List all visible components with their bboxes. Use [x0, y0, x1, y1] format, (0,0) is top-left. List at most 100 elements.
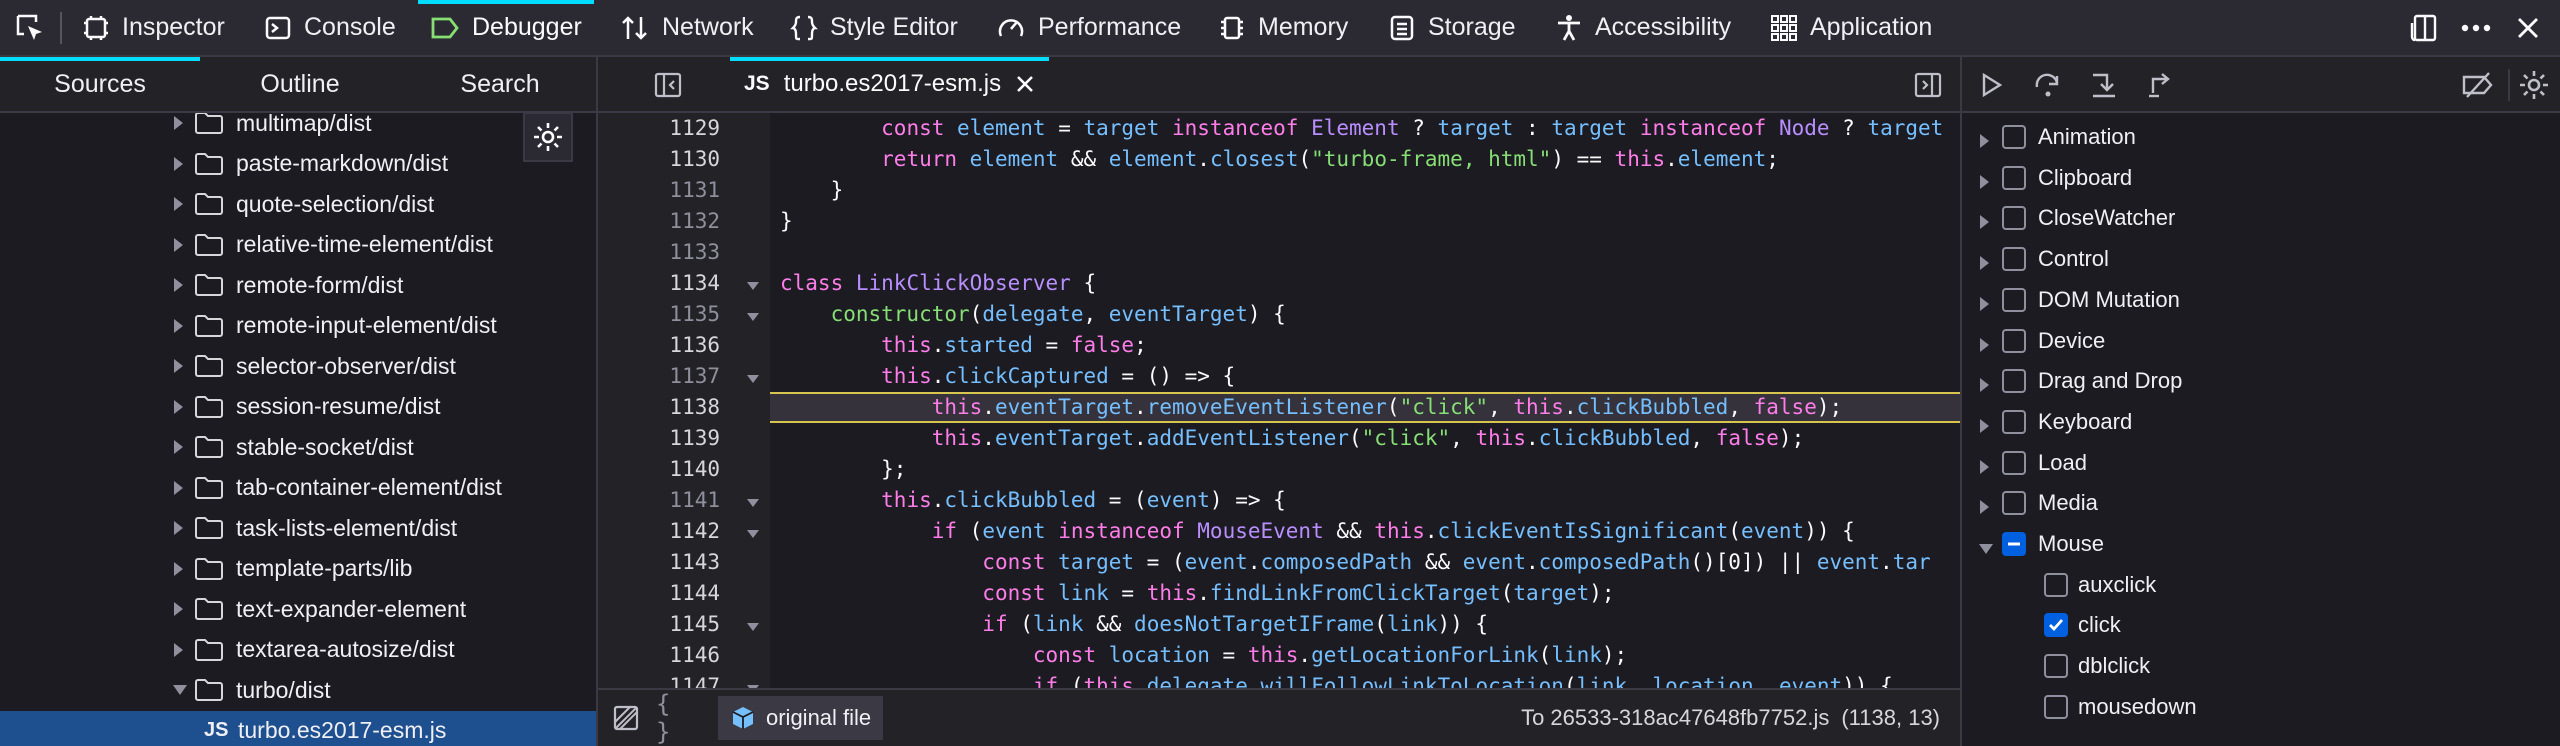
tab-performance[interactable]: Performance: [996, 0, 1181, 55]
line-number[interactable]: 1136: [640, 330, 720, 361]
tree-item-folder[interactable]: remote-input-element/dist: [0, 306, 596, 346]
category-checkbox[interactable]: [2002, 491, 2026, 516]
code-line[interactable]: this.clickBubbled = (event) => {: [770, 485, 1960, 516]
category-checkbox[interactable]: [2002, 287, 2026, 312]
breakpoint-category[interactable]: Clipboard: [1962, 158, 2560, 198]
toggle-split-console-button[interactable]: [2404, 8, 2444, 48]
tree-item-folder[interactable]: session-resume/dist: [0, 387, 596, 427]
category-checkbox[interactable]: [2002, 409, 2026, 434]
code-area[interactable]: const element = target instanceof Elemen…: [770, 113, 1960, 688]
close-tab-icon[interactable]: [1015, 74, 1035, 94]
toggle-debugger-pane-button[interactable]: [1908, 65, 1948, 105]
code-line[interactable]: class LinkClickObserver {: [770, 268, 1960, 299]
tree-item-folder[interactable]: paste-markdown/dist: [0, 144, 596, 184]
blackbox-button[interactable]: [606, 698, 646, 738]
tree-item-folder[interactable]: turbo/dist: [0, 670, 596, 710]
tab-debugger[interactable]: Debugger: [418, 0, 594, 55]
breakpoint-category[interactable]: CloseWatcher: [1962, 198, 2560, 238]
tab-style-editor[interactable]: Style Editor: [790, 0, 958, 55]
tab-outline[interactable]: Outline: [200, 57, 400, 111]
breakpoint-category[interactable]: Mouse: [1962, 524, 2560, 564]
tree-item-folder[interactable]: quote-selection/dist: [0, 184, 596, 224]
tree-item-selected-file[interactable]: JS turbo.es2017-esm.js: [0, 710, 596, 746]
tab-storage[interactable]: Storage: [1388, 0, 1516, 55]
line-number[interactable]: 1143: [640, 547, 720, 578]
breakpoint-category[interactable]: Drag and Drop: [1962, 361, 2560, 401]
tab-console[interactable]: Console: [264, 0, 396, 55]
category-checkbox[interactable]: [2002, 125, 2026, 149]
line-number[interactable]: 1145: [640, 609, 720, 640]
line-number[interactable]: 1130: [640, 144, 720, 175]
tree-item-folder[interactable]: tab-container-element/dist: [0, 468, 596, 508]
code-line[interactable]: if (link && doesNotTargetIFrame(link)) {: [770, 609, 1960, 640]
source-tree-settings-button[interactable]: [523, 112, 573, 162]
code-line[interactable]: };: [770, 454, 1960, 485]
tab-search[interactable]: Search: [400, 57, 600, 111]
breakpoint-event[interactable]: click: [1962, 605, 2560, 645]
tab-inspector[interactable]: Inspector: [82, 0, 225, 55]
tree-item-folder[interactable]: relative-time-element/dist: [0, 225, 596, 265]
fold-toggle-icon[interactable]: [746, 309, 762, 321]
toggle-sources-pane-button[interactable]: [648, 65, 688, 105]
breakpoint-category[interactable]: Animation: [1962, 117, 2560, 157]
mapped-source-link[interactable]: To 26533-318ac47648fb7752.js: [1521, 705, 1829, 731]
category-checkbox[interactable]: [2002, 532, 2026, 556]
fold-toggle-icon[interactable]: [746, 278, 762, 290]
line-number[interactable]: 1138: [640, 392, 720, 423]
code-line[interactable]: this.started = false;: [770, 330, 1960, 361]
debugger-settings-button[interactable]: [2514, 65, 2554, 105]
tree-item-folder[interactable]: selector-observer/dist: [0, 346, 596, 386]
step-in-button[interactable]: [2084, 65, 2124, 105]
code-line[interactable]: [770, 237, 1960, 268]
tree-item-folder[interactable]: multimap/dist: [0, 113, 596, 143]
code-line[interactable]: this.eventTarget.addEventListener("click…: [770, 423, 1960, 454]
code-line[interactable]: const location = this.getLocationForLink…: [770, 640, 1960, 671]
paused-code-line[interactable]: this.eventTarget.removeEventListener("cl…: [770, 392, 1960, 423]
tab-accessibility[interactable]: Accessibility: [1555, 0, 1731, 55]
tab-sources[interactable]: Sources: [0, 57, 200, 111]
event-checkbox[interactable]: [2044, 572, 2068, 597]
code-line[interactable]: if (event instanceof MouseEvent && this.…: [770, 516, 1960, 547]
category-checkbox[interactable]: [2002, 206, 2026, 231]
line-number[interactable]: 1131: [640, 175, 720, 206]
step-out-button[interactable]: [2140, 65, 2180, 105]
code-line[interactable]: this.clickCaptured = () => {: [770, 361, 1960, 392]
line-number-gutter[interactable]: 1129 1130 1131 1132 1133 1134 1135 1136 1137 1138…: [598, 113, 740, 698]
category-checkbox[interactable]: [2002, 247, 2026, 272]
more-options-button[interactable]: [2456, 8, 2496, 48]
line-number[interactable]: 1142: [640, 516, 720, 547]
line-number[interactable]: 1141: [640, 485, 720, 516]
line-number[interactable]: 1146: [640, 640, 720, 671]
code-line[interactable]: const target = (event.composedPath && ev…: [770, 547, 1960, 578]
breakpoint-category[interactable]: Load: [1962, 443, 2560, 483]
breakpoint-category[interactable]: Media: [1962, 483, 2560, 523]
fold-toggle-icon[interactable]: [746, 495, 762, 507]
line-number[interactable]: 1132: [640, 206, 720, 237]
line-number[interactable]: 1139: [640, 423, 720, 454]
breakpoint-event[interactable]: mousedown: [1962, 687, 2560, 727]
tree-item-folder[interactable]: task-lists-element/dist: [0, 508, 596, 548]
close-toolbox-button[interactable]: [2508, 8, 2548, 48]
code-line[interactable]: if (this.delegate.willFollowLinkToLocati…: [770, 671, 1960, 688]
line-number[interactable]: 1144: [640, 578, 720, 609]
code-line[interactable]: constructor(delegate, eventTarget) {: [770, 299, 1960, 330]
fold-toggle-icon[interactable]: [746, 526, 762, 538]
tree-item-folder[interactable]: text-expander-element: [0, 589, 596, 629]
tree-item-folder[interactable]: stable-socket/dist: [0, 427, 596, 467]
tab-application[interactable]: Application: [1770, 0, 1932, 55]
breakpoint-category[interactable]: DOM Mutation: [1962, 280, 2560, 320]
line-number[interactable]: 1140: [640, 454, 720, 485]
line-number[interactable]: 1137: [640, 361, 720, 392]
resume-button[interactable]: [1972, 65, 2012, 105]
deactivate-breakpoints-button[interactable]: [2458, 65, 2498, 105]
category-checkbox[interactable]: [2002, 165, 2026, 190]
line-number[interactable]: 1135: [640, 299, 720, 330]
tree-item-folder[interactable]: template-parts/lib: [0, 549, 596, 589]
step-over-button[interactable]: [2028, 65, 2068, 105]
fold-toggle-icon[interactable]: [746, 619, 762, 631]
original-file-button[interactable]: original file: [718, 696, 884, 740]
code-line[interactable]: return element && element.closest("turbo…: [770, 144, 1960, 175]
fold-toggle-icon[interactable]: [746, 371, 762, 383]
element-picker-button[interactable]: [10, 10, 50, 46]
category-checkbox[interactable]: [2002, 369, 2026, 394]
